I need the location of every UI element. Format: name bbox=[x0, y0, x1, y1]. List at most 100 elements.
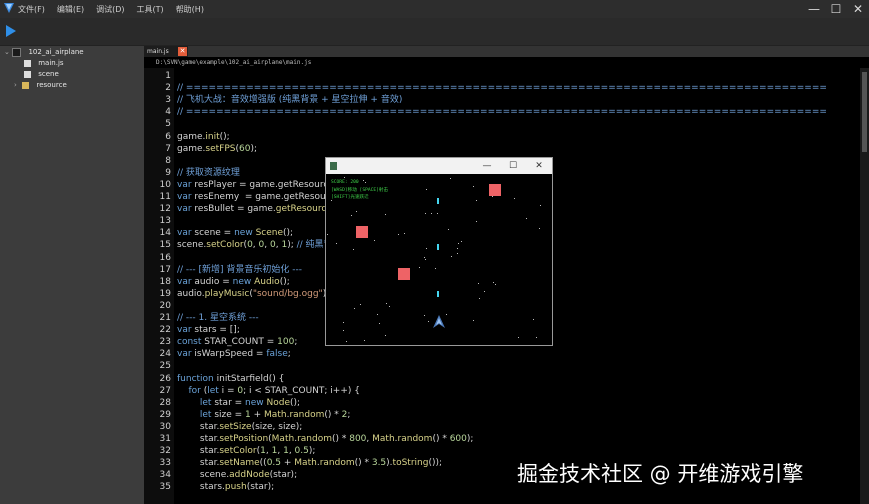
file-icon bbox=[24, 70, 31, 78]
star bbox=[351, 215, 352, 216]
line-number: 21 bbox=[159, 313, 171, 323]
code-line[interactable]: 1 bbox=[144, 70, 834, 82]
line-code: star.setPosition(Math.random() * 800, Ma… bbox=[177, 434, 474, 444]
game-canvas[interactable]: SCORE: 200 [WASD]移动 [SPACE]射击 [SHIFT]光速跃… bbox=[326, 174, 552, 345]
star bbox=[346, 341, 347, 342]
line-code: var audio = new Audio(); bbox=[177, 276, 290, 287]
code-line[interactable]: 31 star.setPosition(Math.random() * 800,… bbox=[144, 433, 834, 445]
code-line[interactable]: 2 // ====================================… bbox=[144, 82, 834, 94]
star bbox=[398, 234, 399, 235]
star bbox=[431, 213, 432, 214]
menu-tools[interactable]: 工具(T) bbox=[137, 4, 164, 15]
tab-close-icon[interactable]: ✕ bbox=[178, 47, 187, 56]
line-code: star.setName((0.5 + Math.random() * 3.5)… bbox=[177, 458, 443, 469]
code-line[interactable]: 27 for (let i = 0; i < STAR_COUNT; i++) … bbox=[144, 385, 834, 397]
line-code: var resPlayer = game.getResource bbox=[177, 179, 334, 190]
star bbox=[446, 314, 447, 315]
star bbox=[343, 330, 344, 331]
enemy-ship bbox=[398, 268, 410, 280]
collapse-icon: ⌄ bbox=[4, 48, 10, 56]
star bbox=[363, 180, 364, 181]
enemy-ship bbox=[489, 184, 501, 196]
line-code: function initStarfield() { bbox=[177, 373, 285, 384]
star bbox=[353, 249, 354, 250]
window-controls: — ☐ ✕ bbox=[803, 0, 869, 18]
star bbox=[425, 259, 426, 260]
line-number: 33 bbox=[159, 458, 171, 469]
star bbox=[344, 177, 345, 178]
project-tree: ⌄ 102_ai_airplane main.js scene › resour… bbox=[0, 46, 144, 504]
star bbox=[437, 213, 438, 214]
code-line[interactable]: 28 let star = new Node(); bbox=[144, 397, 834, 409]
star bbox=[450, 178, 451, 179]
star bbox=[457, 248, 458, 249]
tree-item-label: main.js bbox=[38, 59, 64, 67]
code-line[interactable]: 32 star.setColor(1, 1, 1, 0.5); bbox=[144, 445, 834, 457]
code-line[interactable]: 7 game.setFPS(60); bbox=[144, 143, 834, 155]
star bbox=[479, 298, 480, 299]
vertical-scrollbar[interactable] bbox=[860, 68, 869, 504]
line-code: scene.addNode(star); bbox=[177, 470, 298, 481]
star bbox=[448, 229, 449, 230]
code-line[interactable]: 3 // 飞机大战：音效增强版 (纯黑背景 + 星空拉伸 + 音效) bbox=[144, 94, 834, 106]
tab-main-js[interactable]: main.js ✕ bbox=[144, 46, 188, 57]
menu-file[interactable]: 文件(F) bbox=[18, 4, 45, 15]
code-line[interactable]: 4 // ====================================… bbox=[144, 106, 834, 118]
file-icon bbox=[24, 59, 31, 67]
line-number: 27 bbox=[159, 385, 171, 396]
line-number: 31 bbox=[159, 434, 171, 444]
app-logo-icon bbox=[4, 3, 14, 13]
bullet bbox=[437, 291, 439, 297]
code-line[interactable]: 5 bbox=[144, 118, 834, 130]
scrollbar-thumb[interactable] bbox=[862, 72, 867, 152]
line-number: 23 bbox=[159, 337, 171, 348]
hud-controls: [WASD]移动 [SPACE]射击 bbox=[331, 188, 389, 193]
tree-item-scene[interactable]: scene bbox=[24, 69, 59, 80]
game-maximize-button[interactable]: ☐ bbox=[500, 158, 526, 174]
star bbox=[461, 241, 462, 242]
line-code: game.setFPS(60); bbox=[177, 143, 257, 154]
star bbox=[492, 196, 493, 197]
line-code: for (let i = 0; i < STAR_COUNT; i++) { bbox=[188, 385, 360, 396]
code-line[interactable]: 24 var isWarpSpeed = false; bbox=[144, 348, 834, 360]
project-folder-icon bbox=[12, 47, 22, 57]
line-code: var resEnemy = game.getResource bbox=[177, 192, 340, 202]
maximize-button[interactable]: ☐ bbox=[825, 0, 847, 18]
line-number: 25 bbox=[159, 361, 171, 372]
game-close-button[interactable]: ✕ bbox=[526, 158, 552, 174]
run-button[interactable] bbox=[6, 25, 16, 37]
star bbox=[476, 221, 477, 222]
game-minimize-button[interactable]: — bbox=[474, 158, 500, 174]
menu-debug[interactable]: 调试(D) bbox=[96, 4, 124, 15]
star bbox=[526, 218, 527, 219]
line-number: 14 bbox=[159, 228, 171, 239]
tab-bar: main.js ✕ bbox=[144, 46, 869, 57]
minimize-button[interactable]: — bbox=[803, 0, 825, 18]
bullet bbox=[437, 244, 439, 250]
code-line[interactable]: 29 let size = 1 + Math.random() * 2; bbox=[144, 409, 834, 421]
toolbar bbox=[0, 18, 869, 46]
file-path: D:\SVN\game\example\102_ai_airplane\main… bbox=[156, 59, 312, 66]
star bbox=[518, 337, 519, 338]
tree-item-main-js[interactable]: main.js bbox=[24, 58, 64, 69]
star bbox=[377, 314, 378, 315]
star bbox=[379, 323, 380, 324]
code-line[interactable]: 30 star.setSize(size, size); bbox=[144, 421, 834, 433]
tree-root[interactable]: ⌄ 102_ai_airplane bbox=[4, 47, 84, 58]
close-button[interactable]: ✕ bbox=[847, 0, 869, 18]
bullet bbox=[437, 198, 439, 204]
code-line[interactable]: 6 game.init(); bbox=[144, 131, 834, 143]
tree-item-label: scene bbox=[38, 70, 59, 78]
line-number: 11 bbox=[159, 192, 171, 202]
code-line[interactable]: 26 function initStarfield() { bbox=[144, 373, 834, 385]
star bbox=[424, 315, 425, 316]
menu-help[interactable]: 帮助(H) bbox=[176, 4, 204, 15]
player-ship-icon bbox=[433, 315, 445, 328]
watermark: 掘金技术社区 @ 开维游戏引擎 bbox=[517, 462, 804, 486]
menu-edit[interactable]: 编辑(E) bbox=[57, 4, 84, 15]
line-number: 10 bbox=[159, 179, 171, 190]
line-code: game.init(); bbox=[177, 131, 230, 142]
star bbox=[473, 186, 474, 187]
code-line[interactable]: 25 bbox=[144, 360, 834, 372]
tree-item-resource[interactable]: › resource bbox=[14, 80, 67, 91]
